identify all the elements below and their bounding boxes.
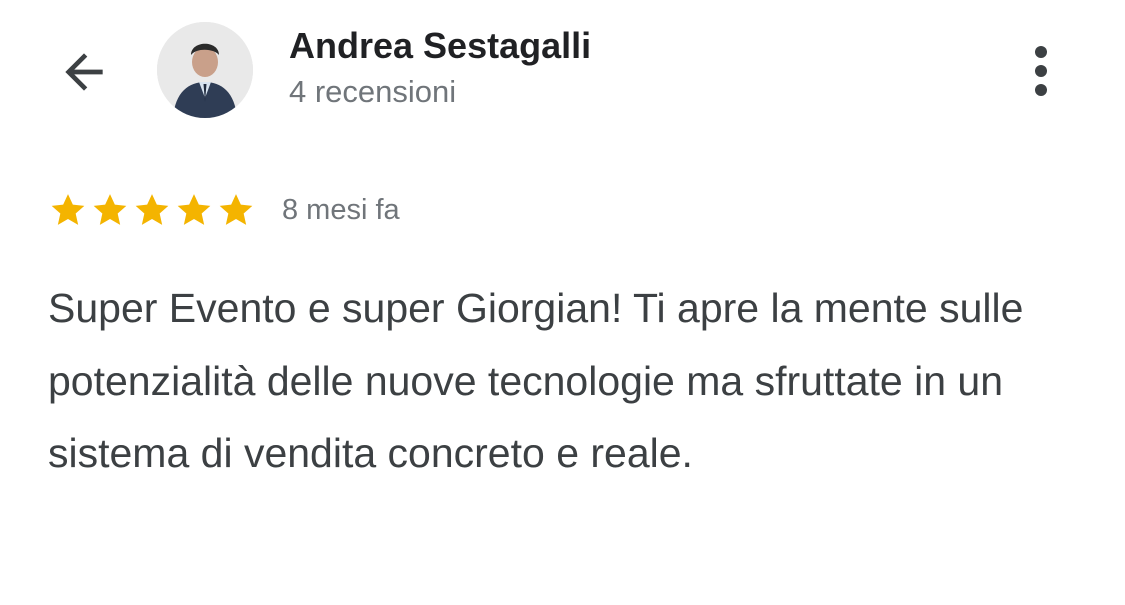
review-time: 8 mesi fa (282, 193, 400, 226)
star-icon (93, 194, 127, 225)
arrow-back-icon (65, 53, 103, 91)
more-options-button[interactable] (1010, 38, 1072, 104)
star-icon (135, 194, 169, 225)
star-rating (48, 190, 256, 230)
review-text: Super Evento e super Giorgian! Ti apre l… (48, 285, 1024, 476)
review-count: 4 recensioni (289, 74, 457, 109)
rating-row: 8 mesi fa (48, 190, 400, 230)
back-button[interactable] (50, 38, 118, 106)
reviewer-info: Andrea Sestagalli 4 recensioni (289, 24, 591, 112)
star-icon (219, 194, 253, 225)
reviewer-name[interactable]: Andrea Sestagalli (289, 24, 591, 68)
more-vert-icon (1035, 46, 1047, 96)
avatar-image (157, 22, 253, 118)
star-icon (177, 194, 211, 225)
avatar[interactable] (157, 22, 253, 118)
star-icon (51, 194, 85, 225)
